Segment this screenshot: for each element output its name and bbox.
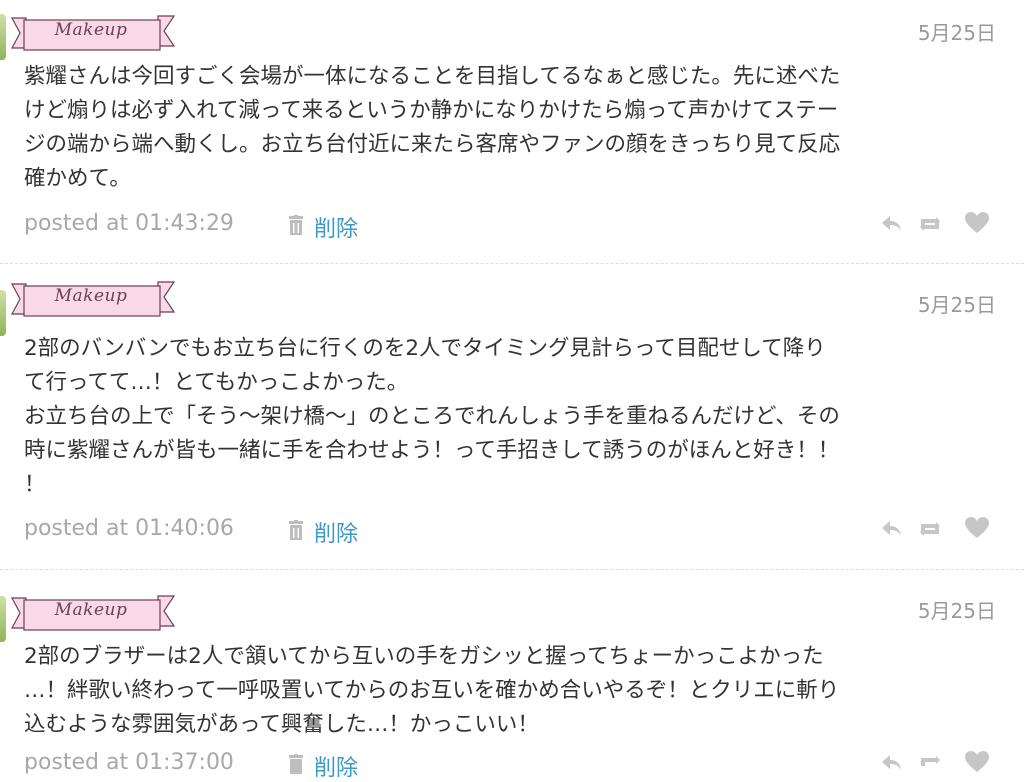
post-body: 2部のバンバンでもお立ち台に行くのを2人でタイミング見計らって目配せして降り て…	[24, 332, 1004, 502]
post-entry: Makeup 5月25日 2部のバンバンでもお立ち台に行くのを2人でタイミング見…	[0, 264, 1024, 570]
avatar-thumbnail[interactable]	[0, 596, 6, 642]
posted-time: 01:40:06	[135, 516, 234, 541]
post-actions	[878, 750, 998, 780]
makeup-ribbon-stamp: Makeup	[8, 278, 178, 322]
post-meta: posted at 01:43:29 削除	[24, 211, 1004, 242]
ribbon-label: Makeup	[54, 20, 128, 40]
avatar-thumbnail[interactable]	[0, 14, 6, 60]
makeup-ribbon-stamp: Makeup	[8, 12, 178, 56]
post-line: 時に紫耀さんが皆も一緒に手を合わせよう！って手招きして誘うのがほんと好き！！	[24, 438, 840, 463]
post-body: 2部のブラザーは2人で頷いてから互いの手をガシッと握ってちょーかっこよかった ……	[24, 640, 1004, 742]
post-actions	[878, 211, 998, 241]
post-body: 紫耀さんは今回すごく会場が一体になることを目指してるなぁと感じた。先に述べた け…	[24, 60, 1004, 196]
ribbon-label: Makeup	[54, 286, 128, 306]
reply-icon[interactable]	[880, 518, 904, 544]
post-line: て行ってて…！とてもかっこよかった。	[24, 370, 409, 395]
posted-prefix: posted at	[24, 750, 129, 775]
heart-icon[interactable]	[964, 516, 990, 544]
post-actions	[878, 516, 998, 546]
post-line: けど煽りは必ず入れて減って来るというか静かになりかけたら煽って声かけてステー	[24, 98, 839, 123]
post-line: …！絆歌い終わって一呼吸置いてからのお互いを確かめ合いやるぞ！とクリエに斬り	[24, 678, 840, 703]
delete-label: 削除	[314, 756, 359, 781]
post-line: 込むような雰囲気があって興奮した…！かっこいい！	[24, 712, 539, 737]
post-line: 確かめて。	[24, 166, 131, 191]
post-line: 2部のバンバンでもお立ち台に行くのを2人でタイミング見計らって目配せして降り	[24, 336, 826, 361]
post-meta: posted at 01:40:06 削除	[24, 516, 1004, 547]
trash-icon	[286, 754, 306, 780]
post-meta: posted at 01:37:00 削除	[24, 750, 1004, 781]
heart-icon[interactable]	[964, 750, 990, 778]
ribbon-label: Makeup	[54, 600, 128, 620]
posted-prefix: posted at	[24, 211, 129, 236]
trash-icon	[286, 520, 306, 546]
reply-icon[interactable]	[880, 213, 904, 239]
trash-icon	[286, 215, 306, 241]
post-entry: Makeup 5月25日 2部のブラザーは2人で頷いてから互いの手をガシッと握っ…	[0, 570, 1024, 781]
reply-icon[interactable]	[880, 752, 904, 778]
post-line: ！	[24, 472, 46, 497]
post-line: 2部のブラザーは2人で頷いてから互いの手をガシッと握ってちょーかっこよかった	[24, 644, 824, 669]
post-date: 5月25日	[917, 21, 996, 45]
post-line: ジの端から端へ動くし。お立ち台付近に来たら客席やファンの顔をきっちり見て反応	[24, 132, 841, 157]
delete-label: 削除	[314, 522, 359, 547]
post-entry: Makeup 5月25日 紫耀さんは今回すごく会場が一体になることを目指してるな…	[0, 0, 1024, 264]
post-line: 紫耀さんは今回すごく会場が一体になることを目指してるなぁと感じた。先に述べた	[24, 64, 841, 89]
retweet-icon[interactable]	[916, 518, 944, 544]
posted-at: posted at 01:40:06	[24, 516, 234, 541]
retweet-icon[interactable]	[916, 213, 944, 239]
avatar-thumbnail[interactable]	[0, 290, 6, 336]
delete-label: 削除	[314, 217, 359, 242]
makeup-ribbon-stamp: Makeup	[8, 592, 178, 636]
post-line: お立ち台の上で「そう〜架け橋〜」のところでれんしょう手を重ねるんだけど、その	[24, 404, 840, 429]
posted-time: 01:43:29	[135, 211, 234, 236]
post-date: 5月25日	[917, 599, 996, 623]
heart-icon[interactable]	[964, 211, 990, 239]
posted-at: posted at 01:43:29	[24, 211, 234, 236]
retweet-icon[interactable]	[916, 752, 944, 778]
post-date: 5月25日	[917, 293, 996, 317]
posted-at: posted at 01:37:00	[24, 750, 234, 775]
posted-time: 01:37:00	[135, 750, 234, 775]
posted-prefix: posted at	[24, 516, 129, 541]
